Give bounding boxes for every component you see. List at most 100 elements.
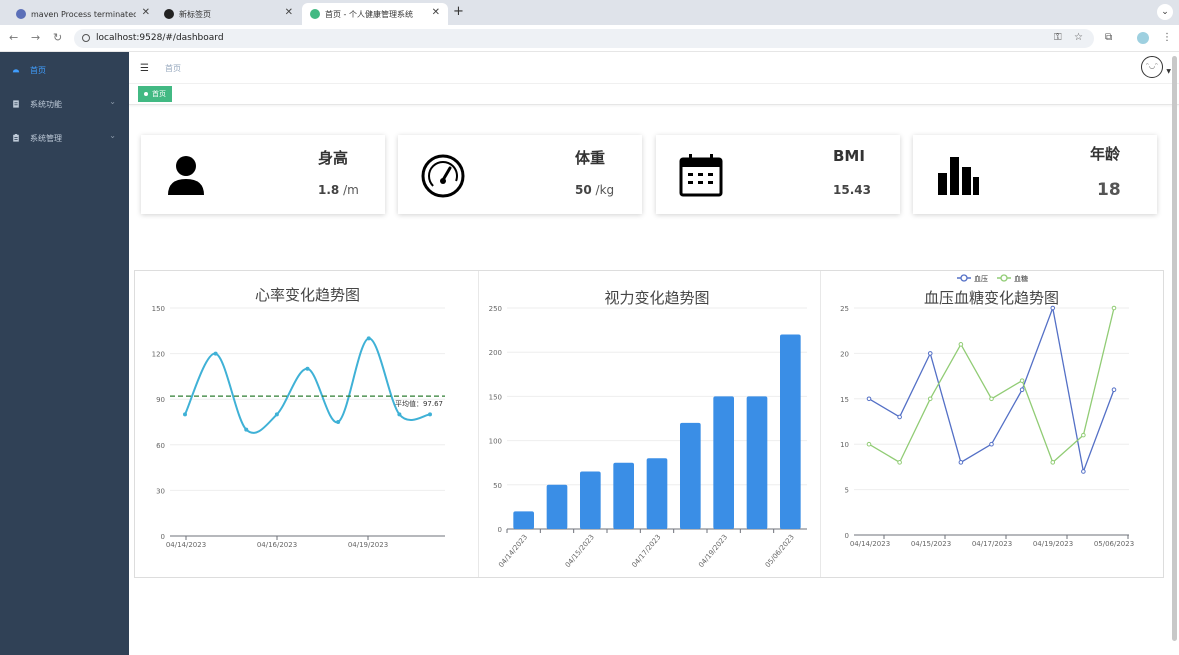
clipboard-icon [13,134,19,142]
sidebar-item-label: 系统管理 [30,133,62,143]
heart-rate-chart-svg: 心率变化趋势图 0 30 60 90 120 150 平均值：97.67 04/14/2023 0… [152,286,445,549]
card-title: BMI [833,147,865,165]
vision-chart-svg: 视力变化趋势图 0 50 100 150 200 250 04/14/2023 04/15/20… [489,289,807,569]
caret-down-icon[interactable]: ▼ [1166,68,1171,75]
page-scrollbar[interactable] [1172,56,1177,641]
heart-rate-point [366,336,371,341]
heart-rate-chart: 心率变化趋势图 0 30 60 90 120 150 平均值：97.67 04/14/2023 0… [135,271,479,577]
profile-avatar-icon[interactable] [1137,32,1149,44]
maven-icon [16,9,26,19]
series-point [866,441,872,447]
key-icon[interactable]: ⚿ [1054,32,1062,43]
address-toolbar: ← → ↻ localhost:9528/#/dashboard ⚿ ☆ ⧉ ⋮ [0,25,1179,52]
close-icon[interactable]: ✕ [142,7,150,18]
tab-label: maven Process terminated_易... [31,9,136,19]
navbar: ☰ 首页 ᵔ◡ᵔ ▼ [129,52,1179,84]
more-menu-icon[interactable]: ⋮ [1162,32,1172,43]
forward-arrow-icon[interactable]: → [31,31,40,44]
legend-marker [1000,274,1008,282]
x-tick-label: 04/14/2023 [850,540,890,548]
card-value: 15.43 [833,183,871,197]
site-favicon-icon [310,9,320,19]
series-point [1019,378,1025,383]
heart-rate-point [213,351,218,356]
star-icon[interactable]: ☆ [1074,32,1083,43]
chevron-down-icon: ⌄ [109,131,116,140]
y-tick-label: 250 [489,305,502,313]
tag-home[interactable]: 首页 [138,86,172,102]
series-point [958,342,964,347]
tab-search-chevron-icon[interactable]: ⌄ [1157,4,1173,20]
vision-bar [680,422,701,529]
site-info-icon[interactable] [82,34,90,42]
tags-view: 首页 [129,84,1179,105]
tab-label: 首页 - 个人健康管理系统 [325,9,413,19]
series-point [989,396,994,402]
sidebar-item-system-management[interactable]: 系统管理 ⌄ [0,121,129,155]
x-tick-label: 04/17/2023 [972,540,1012,548]
sidebar-item-system-functions[interactable]: 系统功能 ⌄ [0,87,129,121]
avatar[interactable]: ᵔ◡ᵔ [1141,56,1163,78]
sidebar: 首页 系统功能 ⌄ 系统管理 ⌄ [0,52,129,655]
vision-bar [746,396,768,529]
gauge-icon [421,154,465,198]
card-value: 1.8 /m [318,183,359,197]
new-tab-plus-icon[interactable]: + [453,4,464,19]
browser-tab-2[interactable]: 新标签页 ✕ [156,3,301,25]
series-point [897,414,902,420]
vision-bar [780,334,801,529]
heart-rate-point [244,427,249,432]
back-arrow-icon[interactable]: ← [9,31,18,44]
hamburger-menu-icon[interactable]: ☰ [140,63,149,74]
y-tick-label: 90 [156,396,165,404]
series-point [1081,469,1086,474]
tab-label: 新标签页 [179,9,211,19]
sidebar-item-home[interactable]: 首页 [0,53,129,87]
bar-chart-icon [938,157,979,195]
close-icon[interactable]: ✕ [285,7,293,18]
card-title: 年龄 [1090,145,1121,163]
vision-bar [646,458,668,529]
document-icon [13,100,19,108]
card-age: 年龄 18 [913,135,1157,214]
x-tick-label: 04/14/2023 [497,533,529,569]
x-tick-label: 05/06/2023 [1094,540,1134,548]
heart-rate-point [397,412,402,417]
x-tick-label: 04/19/2023 [697,533,729,569]
breadcrumb[interactable]: 首页 [165,63,181,74]
y-tick-label: 5 [845,487,849,495]
browser-tab-1[interactable]: maven Process terminated_易... ✕ [8,3,158,25]
y-tick-label: 25 [840,305,849,313]
series-point [1050,460,1056,465]
sidebar-item-label: 首页 [30,65,46,75]
sidebar-item-label: 系统功能 [30,99,62,109]
x-tick-label: 04/17/2023 [630,533,662,569]
series-point [958,460,964,465]
y-tick-label: 0 [161,533,165,541]
series-point [1111,387,1117,393]
card-value: 18 [1097,180,1121,200]
y-tick-label: 60 [156,442,165,450]
extensions-icon[interactable]: ⧉ [1105,32,1112,43]
vision-bar [713,396,734,529]
legend-marker [960,274,968,282]
y-tick-label: 15 [840,396,849,404]
close-icon[interactable]: ✕ [432,7,440,18]
new-tab-icon [164,9,174,19]
series-point [897,460,902,465]
series-point [866,396,872,402]
url-bar[interactable]: localhost:9528/#/dashboard [74,29,1094,48]
vision-bar [513,511,534,529]
legend-label: 血糖 [1014,274,1028,283]
chart-title: 视力变化趋势图 [604,289,709,307]
card-height: 身高 1.8 /m [141,135,385,214]
reload-icon[interactable]: ↻ [53,31,62,44]
url-text: localhost:9528/#/dashboard [96,33,224,43]
heart-rate-point [183,412,187,417]
series-point [1050,305,1056,311]
heart-rate-point [428,412,432,417]
browser-tab-3[interactable]: 首页 - 个人健康管理系统 ✕ [302,3,448,25]
heart-rate-line [184,337,431,434]
y-tick-label: 10 [840,441,849,449]
x-tick-label: 05/06/2023 [764,533,796,569]
